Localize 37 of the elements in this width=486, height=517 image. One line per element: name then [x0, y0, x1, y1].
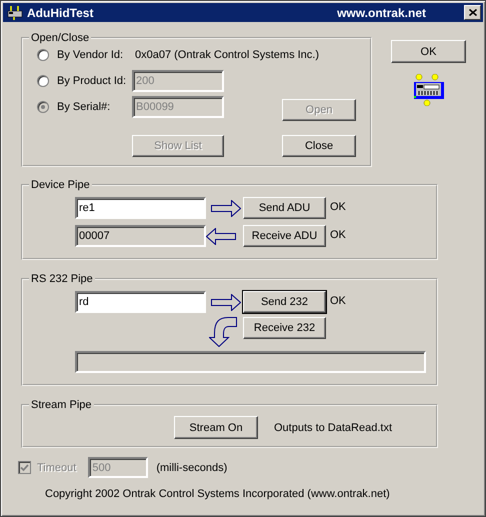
group-title: RS 232 Pipe — [30, 273, 94, 285]
output-note: Outputs to DataRead.txt — [274, 422, 392, 434]
input-field[interactable]: rd — [75, 291, 206, 313]
vendor-text: 0x0a07 (Ontrak Control Systems Inc.) — [135, 49, 320, 61]
right-arrow-icon — [211, 294, 241, 310]
unit-label: (milli-seconds) — [156, 462, 228, 474]
radio-button[interactable] — [37, 75, 49, 87]
close-button[interactable] — [464, 5, 481, 20]
status-text: OK — [330, 200, 347, 213]
status-text: OK — [330, 228, 347, 241]
option-label: By Serial#: — [57, 101, 112, 113]
ok-button[interactable]: OK — [391, 40, 466, 63]
copyright-text: Copyright 2002 Ontrak Control Systems Incorporated (www.ontrak.net) — [45, 488, 391, 500]
input-field[interactable]: re1 — [75, 197, 206, 219]
pipe-button[interactable]: Receive ADU — [243, 225, 326, 247]
close-icon — [468, 9, 476, 16]
radio-button[interactable] — [37, 49, 49, 61]
right-arrow-icon — [211, 200, 241, 216]
output-field: 00007 — [75, 225, 206, 247]
window-title: AduHidTest — [27, 6, 94, 20]
option-label: By Product Id: — [57, 75, 128, 87]
curved-arrow-icon — [209, 317, 237, 347]
device-icon — [412, 74, 444, 106]
pipe-button[interactable]: Send ADU — [243, 197, 326, 219]
action-button[interactable]: Close — [282, 135, 356, 157]
stream-button[interactable]: Stream On — [174, 416, 258, 439]
pipe-button[interactable]: Receive 232 — [243, 317, 326, 339]
app-icon — [7, 4, 23, 20]
group-title: Open/Close — [30, 32, 90, 44]
pipe-button[interactable]: Send 232 — [243, 291, 326, 313]
group-title: Device Pipe — [30, 179, 91, 191]
checkbox-label: Timeout — [37, 462, 76, 474]
left-arrow-icon — [206, 228, 236, 244]
option-label: By Vendor Id: — [57, 49, 124, 61]
status-text: OK — [330, 294, 347, 307]
website-text: www.ontrak.net — [337, 6, 426, 20]
group-title: Stream Pipe — [30, 399, 93, 411]
